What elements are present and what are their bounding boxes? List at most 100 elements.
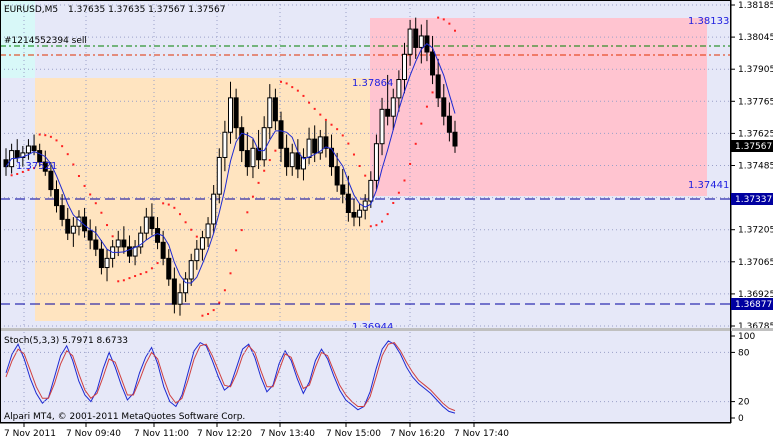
sar-dot bbox=[106, 224, 109, 227]
sar-dot bbox=[448, 22, 451, 25]
sar-dot bbox=[167, 203, 170, 206]
time-tick-label: 7 Nov 15:00 bbox=[326, 429, 381, 439]
stochastic-tick-label: 0 bbox=[738, 414, 744, 424]
time-tick-label: 7 Nov 17:40 bbox=[454, 429, 509, 439]
sar-dot bbox=[437, 16, 440, 19]
sar-dot bbox=[291, 86, 294, 89]
current-price-box: 1.37567 bbox=[731, 140, 773, 152]
sar-dot bbox=[454, 29, 456, 32]
sar-dot bbox=[409, 162, 412, 165]
sar-dot bbox=[381, 220, 384, 223]
price-tick-label: 1.38045 bbox=[738, 33, 773, 43]
price-tick-label: 1.37905 bbox=[738, 65, 773, 75]
sar-dot bbox=[229, 272, 232, 275]
stochastic-tick-label: 20 bbox=[738, 398, 750, 408]
sar-dot bbox=[128, 277, 131, 280]
sar-dot bbox=[150, 267, 153, 270]
price-tick-label: 1.37065 bbox=[738, 258, 773, 268]
price-tick-label: 1.38185 bbox=[738, 1, 773, 11]
svg-text:1.37567: 1.37567 bbox=[735, 142, 772, 152]
price-tick-label: 1.37205 bbox=[738, 226, 773, 236]
svg-text:1.36877: 1.36877 bbox=[735, 300, 772, 310]
sar-dot bbox=[386, 213, 389, 216]
sar-dot bbox=[190, 228, 193, 231]
sar-dot bbox=[442, 18, 445, 21]
sar-dot bbox=[420, 122, 423, 125]
sar-dot bbox=[201, 314, 204, 317]
trade-label: #1214552394 sell bbox=[4, 36, 87, 46]
sar-dot bbox=[44, 134, 47, 137]
chart-canvas[interactable]: 1.37864 1.37521 1.36944 1.38133 1.37441 … bbox=[0, 0, 773, 443]
sar-dot bbox=[16, 173, 19, 176]
sar-dot bbox=[83, 184, 86, 187]
sar-dot bbox=[207, 312, 210, 315]
sar-dot bbox=[55, 139, 58, 142]
sar-dot bbox=[145, 271, 148, 274]
sar-dot bbox=[61, 145, 64, 148]
sar-dot bbox=[218, 301, 221, 304]
sar-dot bbox=[358, 164, 361, 167]
level-lower-box: 1.36877 bbox=[731, 298, 773, 310]
sar-dot bbox=[111, 235, 114, 238]
sar-dot bbox=[122, 279, 125, 282]
price-axis-panel[interactable] bbox=[731, 0, 773, 423]
sar-dot bbox=[280, 80, 283, 83]
price-tick-label: 1.37765 bbox=[738, 97, 773, 107]
sar-dot bbox=[162, 202, 165, 205]
sar-dot bbox=[425, 105, 428, 108]
time-tick-label: 7 Nov 2011 bbox=[4, 429, 56, 439]
sar-dot bbox=[134, 275, 137, 278]
sar-dot bbox=[274, 149, 277, 152]
sar-dot bbox=[246, 211, 249, 214]
price-tick-label: 1.37485 bbox=[738, 162, 773, 172]
sar-dot bbox=[251, 195, 254, 198]
sar-dot bbox=[100, 211, 103, 214]
sar-dot bbox=[308, 101, 311, 104]
sar-dot bbox=[414, 142, 417, 145]
sar-dot bbox=[296, 89, 299, 92]
sar-dot bbox=[268, 159, 271, 162]
level-upper-box: 1.37337 bbox=[731, 193, 773, 205]
zone-label-peach-mid: 1.37521 bbox=[16, 161, 57, 172]
sar-dot bbox=[263, 169, 266, 172]
zone-label-pink-high: 1.38133 bbox=[688, 16, 729, 27]
stochastic-tick-label: 100 bbox=[738, 332, 755, 342]
sar-dot bbox=[336, 128, 339, 131]
time-tick-label: 7 Nov 16:20 bbox=[390, 429, 445, 439]
sar-dot bbox=[139, 273, 142, 276]
time-tick-label: 7 Nov 12:20 bbox=[197, 429, 252, 439]
sar-dot bbox=[324, 118, 327, 121]
sar-dot bbox=[431, 91, 434, 94]
sar-dot bbox=[66, 153, 69, 156]
time-tick-label: 7 Nov 09:40 bbox=[66, 429, 121, 439]
sar-dot bbox=[38, 133, 41, 136]
stochastic-tick-label: 80 bbox=[738, 348, 750, 358]
sar-dot bbox=[375, 224, 378, 227]
sar-dot bbox=[184, 221, 187, 224]
sar-dot bbox=[313, 107, 316, 110]
sar-dot bbox=[403, 179, 406, 182]
sar-dot bbox=[392, 201, 395, 204]
zone-label-peach-high: 1.37864 bbox=[352, 78, 393, 89]
time-tick-label: 7 Nov 11:00 bbox=[134, 429, 189, 439]
sar-dot bbox=[223, 289, 226, 292]
svg-text:1.37337: 1.37337 bbox=[735, 195, 772, 205]
sar-dot bbox=[352, 153, 355, 156]
sar-dot bbox=[257, 181, 260, 184]
sar-dot bbox=[173, 206, 176, 209]
sar-dot bbox=[117, 280, 120, 283]
copyright-label: Alpari MT4, © 2001-2011 MetaQuotes Softw… bbox=[4, 412, 245, 422]
sar-dot bbox=[302, 94, 305, 97]
stochastic-label: Stoch(5,3,3) 5.7971 8.6733 bbox=[4, 336, 128, 346]
sar-dot bbox=[347, 142, 350, 145]
sar-dot bbox=[319, 113, 322, 116]
sar-dot bbox=[10, 174, 13, 177]
sar-dot bbox=[178, 213, 181, 216]
price-tick-label: 1.37625 bbox=[738, 129, 773, 139]
panel-separator[interactable] bbox=[0, 328, 773, 331]
sar-dot bbox=[49, 135, 52, 138]
sar-dot bbox=[285, 82, 288, 85]
zone-label-pink-low: 1.37441 bbox=[688, 180, 729, 191]
zone-label-peach-low: 1.36944 bbox=[352, 322, 393, 333]
sar-dot bbox=[397, 191, 400, 194]
